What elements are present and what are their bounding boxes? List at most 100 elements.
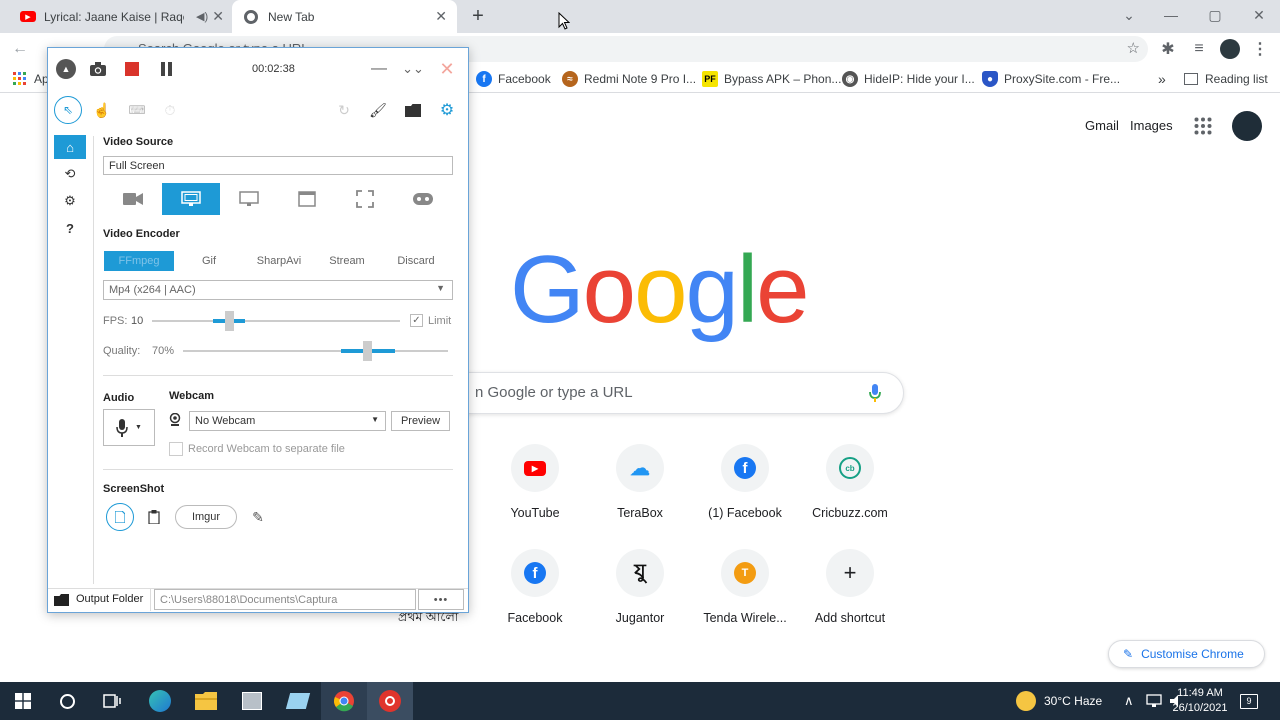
- captura-taskbar-icon[interactable]: [367, 682, 413, 720]
- shortcut-jugantor[interactable]: যু Jugantor: [590, 549, 690, 625]
- bookmark-facebook[interactable]: f Facebook: [476, 66, 551, 92]
- save-to-disk-icon[interactable]: [106, 503, 134, 531]
- brush-icon[interactable]: 🖌: [368, 100, 388, 120]
- quality-slider-track[interactable]: [183, 350, 448, 352]
- separate-file-checkbox[interactable]: [169, 442, 183, 456]
- collapse-icon[interactable]: ⌄⌄: [402, 59, 424, 79]
- tab-search-icon[interactable]: ⌄: [1106, 0, 1152, 30]
- audio-source-dropdown[interactable]: ▼: [103, 409, 155, 446]
- shortcut-cricbuzz[interactable]: cb Cricbuzz.com: [800, 444, 900, 520]
- back-icon[interactable]: ←: [8, 38, 32, 60]
- home-icon[interactable]: ⌂: [54, 135, 86, 159]
- gear-icon[interactable]: ⚙: [54, 189, 86, 213]
- search-icon[interactable]: [44, 682, 90, 720]
- codec-dropdown[interactable]: Mp4 (x264 | AAC) ▼: [103, 280, 453, 300]
- webcam-dropdown[interactable]: No Webcam ▼: [189, 411, 386, 431]
- microphone-icon[interactable]: [868, 383, 882, 403]
- network-icon[interactable]: [1146, 682, 1162, 720]
- encoder-tab-stream[interactable]: Stream: [312, 251, 382, 271]
- menu-icon[interactable]: ⋮: [1248, 38, 1272, 60]
- bookmark-apps[interactable]: Ap: [12, 66, 49, 92]
- maximize-button[interactable]: ▢: [1192, 0, 1238, 30]
- stop-button[interactable]: [125, 62, 139, 76]
- camera-icon[interactable]: [88, 59, 108, 79]
- shortcut-tenda[interactable]: T Tenda Wirele...: [695, 549, 795, 625]
- reading-list-button[interactable]: Reading list: [1184, 66, 1268, 92]
- tab-youtube[interactable]: ▶ Lyrical: Jaane Kaise | Raqeeb ◀) ✕: [8, 0, 230, 33]
- file-explorer-icon[interactable]: [183, 682, 229, 720]
- minimize-button[interactable]: —: [1148, 0, 1194, 30]
- close-window-button[interactable]: ✕: [1236, 0, 1280, 30]
- preview-button[interactable]: Preview: [391, 411, 450, 431]
- shortcut-terabox[interactable]: ☁ TeraBox: [590, 444, 690, 520]
- windows-start-icon[interactable]: [0, 682, 46, 720]
- video-source-field[interactable]: Full Screen: [103, 156, 453, 175]
- shortcut-youtube[interactable]: ▶ YouTube: [485, 444, 585, 520]
- help-icon[interactable]: ?: [54, 216, 86, 240]
- minimize-to-tray-icon[interactable]: ▲: [56, 59, 76, 79]
- fullscreen-source-icon[interactable]: [162, 183, 220, 215]
- task-view-icon[interactable]: [89, 682, 135, 720]
- installer-icon[interactable]: [229, 682, 275, 720]
- media-controls-icon[interactable]: ≡: [1187, 38, 1211, 60]
- tab-new-tab[interactable]: New Tab ✕: [232, 0, 457, 33]
- speaker-icon[interactable]: ◀): [196, 10, 208, 23]
- pause-button[interactable]: [160, 62, 174, 76]
- profile-avatar[interactable]: [1220, 39, 1240, 59]
- google-apps-icon[interactable]: [1194, 117, 1212, 135]
- history-icon[interactable]: ⟲: [54, 162, 86, 186]
- keystrokes-icon[interactable]: ⌨: [126, 100, 148, 120]
- folder-icon[interactable]: [52, 591, 70, 609]
- minimize-icon[interactable]: —: [368, 59, 390, 79]
- bookmark-redmi[interactable]: ≈ Redmi Note 9 Pro I...: [562, 66, 696, 92]
- account-avatar[interactable]: [1232, 111, 1262, 141]
- bookmarks-overflow-button[interactable]: »: [1158, 66, 1166, 92]
- clipboard-icon[interactable]: [144, 507, 164, 527]
- close-tab-icon[interactable]: ✕: [435, 8, 447, 25]
- limit-checkbox[interactable]: ✓: [410, 314, 423, 327]
- window-source-icon[interactable]: [278, 183, 336, 215]
- notifications-icon[interactable]: 9: [1240, 682, 1258, 720]
- clock[interactable]: 11:49 AM 26/10/2021: [1171, 682, 1229, 720]
- extensions-icon[interactable]: ✱: [1156, 38, 1180, 60]
- close-tab-icon[interactable]: ✕: [212, 8, 224, 25]
- gamepad-source-icon[interactable]: [394, 183, 452, 215]
- fps-slider-track[interactable]: [152, 320, 400, 322]
- bookmark-hideip[interactable]: ◉ HideIP: Hide your I...: [842, 66, 975, 92]
- encoder-tab-discard[interactable]: Discard: [381, 251, 451, 271]
- encoder-tab-ffmpeg[interactable]: FFmpeg: [104, 251, 174, 271]
- region-source-icon[interactable]: [336, 183, 394, 215]
- click-icon[interactable]: ☝: [92, 100, 112, 120]
- chrome-taskbar-icon[interactable]: [321, 682, 367, 720]
- weather-widget[interactable]: 30°C Haze: [1016, 682, 1102, 720]
- folder-icon[interactable]: [402, 100, 424, 120]
- encoder-tab-sharpavi[interactable]: SharpAvi: [244, 251, 314, 271]
- screen-source-icon[interactable]: [220, 183, 278, 215]
- refresh-icon[interactable]: ↻: [334, 100, 354, 120]
- customise-chrome-button[interactable]: ✎ Customise Chrome: [1108, 640, 1265, 668]
- shortcut-add[interactable]: + Add shortcut: [800, 549, 900, 625]
- imgur-button[interactable]: Imgur: [175, 505, 237, 529]
- output-path-field[interactable]: C:\Users\88018\Documents\Captura: [154, 589, 416, 610]
- gmail-link[interactable]: Gmail: [1085, 118, 1119, 133]
- star-icon[interactable]: ☆: [1127, 39, 1140, 57]
- shortcut-facebook-2[interactable]: f Facebook: [485, 549, 585, 625]
- timer-icon[interactable]: ⏱: [160, 100, 180, 120]
- bookmark-bypass-apk[interactable]: PF Bypass APK – Phon...: [702, 66, 841, 92]
- edit-pencil-icon[interactable]: ✎: [248, 507, 268, 527]
- quality-slider-thumb[interactable]: [363, 341, 372, 361]
- webcam-source-icon[interactable]: [104, 183, 162, 215]
- notepad-icon[interactable]: [275, 682, 321, 720]
- cursor-toggle-icon[interactable]: ⇖: [54, 96, 82, 124]
- fps-slider-thumb[interactable]: [225, 311, 234, 331]
- edge-icon[interactable]: [137, 682, 183, 720]
- encoder-tab-gif[interactable]: Gif: [174, 251, 244, 271]
- new-tab-button[interactable]: +: [466, 4, 490, 28]
- bookmark-proxysite[interactable]: ● ProxySite.com - Fre...: [982, 66, 1120, 92]
- shortcut-facebook-1[interactable]: f (1) Facebook: [695, 444, 795, 520]
- settings-icon[interactable]: ⚙: [436, 100, 458, 120]
- images-link[interactable]: Images: [1130, 118, 1173, 133]
- close-icon[interactable]: ✕: [436, 59, 458, 79]
- tray-chevron-icon[interactable]: ∧: [1124, 682, 1134, 720]
- browse-folder-button[interactable]: •••: [418, 589, 464, 610]
